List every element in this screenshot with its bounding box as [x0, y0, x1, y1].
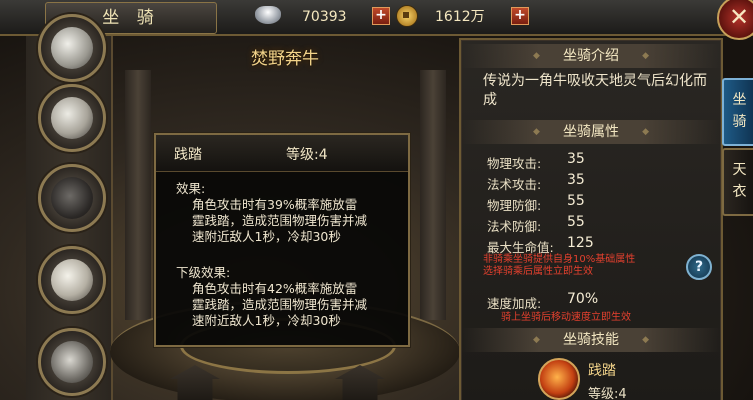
- mount-slot[interactable]: [38, 84, 106, 152]
- silver-amount: 70393: [302, 9, 347, 25]
- tooltip-effect-line: 角色攻击时有39%概率施放雷: [192, 197, 358, 212]
- stat-value: 55: [567, 214, 585, 230]
- stat-label: 物理攻击:: [487, 156, 542, 171]
- stat-label: 法术防御:: [487, 219, 542, 234]
- add-silver-button[interactable]: +: [372, 7, 390, 25]
- mount-list[interactable]: [26, 14, 113, 400]
- tooltip-effect-line: 霆践踏，造成范围物理伤害并减: [192, 213, 368, 228]
- tooltip-skill-level: 等级:4: [286, 147, 328, 163]
- tab-mount-label: 坐骑: [732, 92, 747, 130]
- skills-section-title: 坐骑技能: [461, 328, 721, 352]
- stat-value: 125: [567, 235, 594, 251]
- gold-amount: 1612万: [435, 9, 485, 25]
- mount-slot[interactable]: [38, 164, 106, 232]
- tooltip-effect-label: 效果:: [176, 181, 206, 196]
- skill-tooltip: 践踏 等级:4 效果: 角色攻击时有39%概率施放雷 霆践踏，造成范围物理伤害并…: [154, 133, 410, 347]
- mount-portrait-icon: [51, 27, 93, 69]
- mount-slot[interactable]: [38, 328, 106, 396]
- mount-slot[interactable]: [38, 14, 106, 82]
- coin-icon: [396, 5, 418, 27]
- mount-portrait-icon: [51, 341, 93, 383]
- tooltip-next-line: 速附近敌人1秒，冷却30秒: [192, 313, 341, 328]
- stat-label: 物理防御:: [487, 198, 542, 213]
- trample-skill-icon[interactable]: [538, 358, 580, 400]
- mount-screen: 坐 骑 70393 + 1612万 + ✕ 焚野奔牛 践踏 等级:4 效果: 角…: [0, 0, 753, 400]
- mount-info-panel: 坐骑介绍 传说为一角牛吸收天地灵气后幻化而成 坐骑属性 物理攻击: 35 法术攻…: [459, 38, 723, 400]
- tab-outfit[interactable]: 天衣: [722, 148, 753, 216]
- mount-portrait-icon: [51, 177, 93, 219]
- close-button[interactable]: ✕: [717, 0, 753, 40]
- tooltip-effect-line: 速附近敌人1秒，冷却30秒: [192, 229, 341, 244]
- stage-pillar: [420, 70, 446, 320]
- mount-description: 传说为一角牛吸收天地灵气后幻化而成: [483, 73, 707, 108]
- stat-value: 35: [567, 151, 585, 167]
- mount-portrait-icon: [51, 259, 93, 301]
- stat-value: 35: [567, 172, 585, 188]
- question-icon[interactable]: ?: [686, 254, 712, 280]
- stat-label: 法术攻击:: [487, 177, 542, 192]
- tooltip-next-line: 霆践踏，造成范围物理伤害并减: [192, 297, 368, 312]
- tab-outfit-label: 天衣: [732, 162, 747, 200]
- base-attribute-note: 选择骑乘后属性立即生效: [483, 266, 593, 277]
- stat-value: 55: [567, 193, 585, 209]
- speed-value: 70%: [567, 291, 599, 307]
- speed-label: 速度加成:: [487, 296, 542, 311]
- base-attribute-note: 非骑乘坐骑提供自身10%基础属性: [483, 254, 636, 265]
- add-gold-button[interactable]: +: [511, 7, 529, 25]
- mount-slot[interactable]: [38, 246, 106, 314]
- tooltip-header: 践踏 等级:4: [156, 135, 408, 172]
- mount-name: 焚野奔牛: [251, 49, 319, 69]
- tooltip-skill-name: 践踏: [174, 147, 202, 163]
- skill-level: 等级:4: [588, 387, 627, 400]
- skill-name: 践踏: [588, 363, 616, 379]
- stage-pillar: [125, 70, 151, 320]
- mount-portrait-icon: [51, 97, 93, 139]
- intro-section-title: 坐骑介绍: [461, 44, 721, 68]
- tooltip-next-line: 角色攻击时有42%概率施放雷: [192, 281, 358, 296]
- tooltip-next-label: 下级效果:: [176, 265, 231, 280]
- attributes-section-title: 坐骑属性: [461, 120, 721, 144]
- tab-mount[interactable]: 坐骑: [722, 78, 753, 146]
- silver-ingot-icon: [255, 6, 281, 24]
- close-icon: ✕: [728, 3, 750, 31]
- top-bar: 坐 骑 70393 + 1612万 + ✕: [0, 0, 753, 40]
- speed-note: 骑上坐骑后移动速度立即生效: [501, 312, 631, 323]
